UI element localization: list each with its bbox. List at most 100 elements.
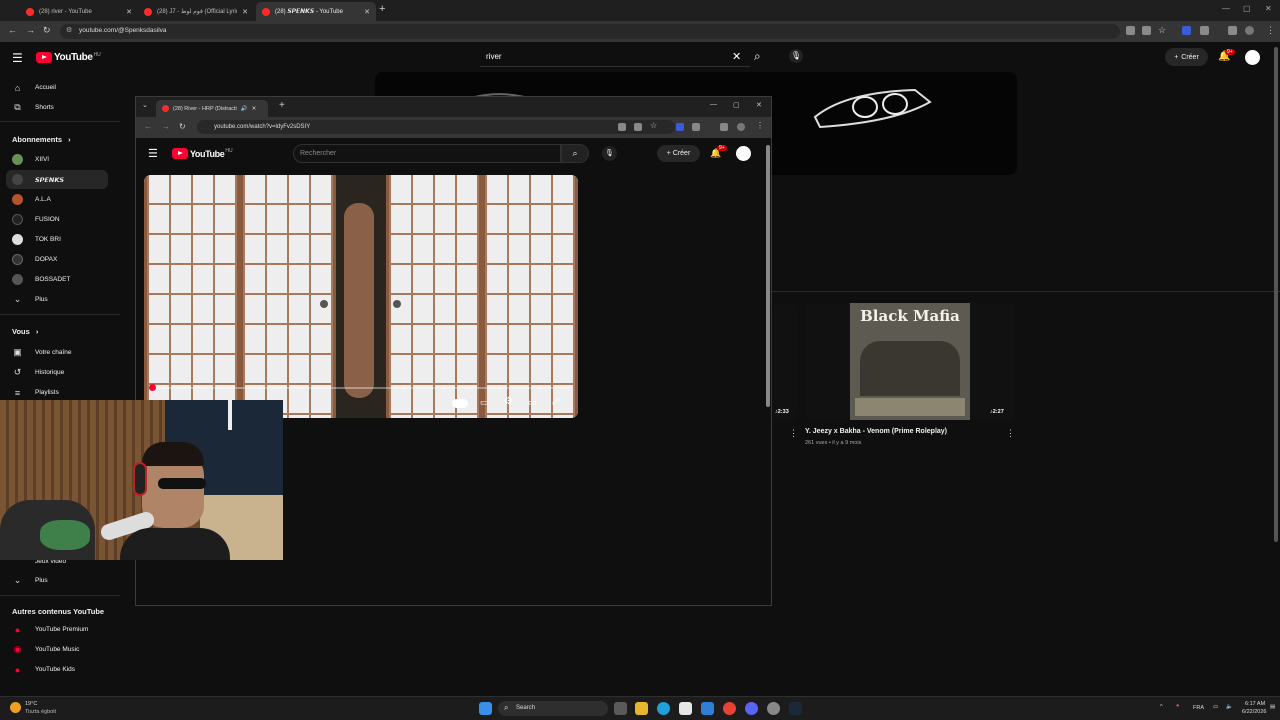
cast-icon[interactable]	[1142, 26, 1151, 35]
maximize-icon[interactable]: ▢	[1243, 4, 1251, 13]
reload-icon[interactable]: ↻	[43, 25, 51, 36]
media-controls-icon[interactable]	[720, 123, 728, 131]
popup-tab[interactable]: (28) River - HRP (Distracti 🔊 ✕	[156, 100, 268, 117]
weather-icon[interactable]	[10, 702, 21, 713]
sidebar-sub-xiivi[interactable]: XIIVI	[0, 150, 108, 169]
youtube-logo[interactable]: YouTube HU	[36, 52, 101, 63]
sidebar-item-youtube-premium[interactable]: ● YouTube Premium	[0, 620, 108, 639]
back-icon[interactable]: ←	[144, 122, 152, 131]
minimize-icon[interactable]: —	[710, 101, 717, 108]
forward-icon[interactable]: →	[26, 25, 35, 35]
voice-search-icon[interactable]: 🎙	[602, 146, 617, 161]
settings-gear-icon[interactable]: ⚙	[504, 396, 513, 407]
tab-search-icon[interactable]: ⌄	[142, 101, 148, 109]
site-info-icon[interactable]: ⚙	[66, 26, 72, 34]
sidebar-sub-spenks[interactable]: 𝙎𝙋𝙀𝙉𝙆𝙎	[6, 170, 108, 189]
create-button[interactable]: + Créer	[657, 145, 700, 162]
search-button[interactable]: ⌕	[561, 144, 589, 163]
reload-icon[interactable]: ↻	[179, 122, 186, 131]
youtube-logo[interactable]: YouTube HU	[172, 148, 233, 159]
hamburger-menu-icon[interactable]: ☰	[148, 147, 158, 160]
weather-temp[interactable]: 19°C	[25, 701, 37, 707]
subtitles-icon[interactable]: ▭	[480, 397, 489, 408]
search-input[interactable]: river	[486, 52, 502, 61]
network-icon[interactable]: ▭	[1213, 704, 1218, 710]
sidebar-sub-ala[interactable]: A.L.A	[0, 190, 108, 209]
search-input[interactable]: Rechercher	[293, 144, 561, 163]
progress-scrubber[interactable]	[149, 384, 156, 391]
sidebar-sub-tokbri[interactable]: TOK BRI	[0, 230, 108, 249]
forward-icon[interactable]: →	[162, 122, 170, 131]
store-icon[interactable]	[679, 702, 692, 715]
close-window-icon[interactable]: ✕	[1265, 4, 1272, 13]
voice-search-icon[interactable]: 🎙	[789, 49, 803, 63]
discord-icon[interactable]	[745, 702, 758, 715]
tray-overflow-icon[interactable]: ^	[1160, 704, 1163, 710]
media-controls-icon[interactable]	[1228, 26, 1237, 35]
notification-center-icon[interactable]: ▤	[1270, 704, 1275, 710]
video-thumbnail[interactable]: Black Mafia	[805, 303, 1015, 420]
video-progress-bar[interactable]	[150, 387, 572, 389]
popup-scrollbar[interactable]	[766, 145, 770, 407]
new-tab-button[interactable]: +	[379, 3, 385, 15]
sidebar-sub-dopax[interactable]: DOPAX	[0, 250, 108, 269]
weather-desc[interactable]: Tiszta égbolt	[25, 709, 56, 715]
video-menu-icon[interactable]: ⋮	[789, 428, 798, 439]
clear-search-icon[interactable]: ✕	[732, 50, 741, 63]
file-explorer-icon[interactable]	[635, 702, 648, 715]
translate-icon[interactable]	[618, 123, 626, 131]
language-indicator[interactable]: FRA	[1193, 705, 1204, 711]
search-box[interactable]	[480, 47, 750, 67]
translate-icon[interactable]	[1126, 26, 1135, 35]
search-icon[interactable]: ⌕	[754, 49, 761, 64]
clock-date[interactable]: 6/22/2026	[1242, 709, 1266, 715]
close-tab-icon[interactable]: ✕	[364, 8, 370, 16]
sidebar-item-history[interactable]: ↺ Historique	[0, 363, 108, 382]
video-title[interactable]: Y. Jeezy x Bakha - Venom (Prime Roleplay…	[805, 428, 947, 435]
close-window-icon[interactable]: ✕	[756, 101, 762, 109]
obs-icon[interactable]	[767, 702, 780, 715]
browser-tab-river[interactable]: (28) river - YouTube ✕	[20, 2, 138, 21]
video-menu-icon[interactable]: ⋮	[1006, 428, 1015, 439]
create-button[interactable]: + Créer	[1165, 48, 1208, 66]
clock-time[interactable]: 6:17 AM	[1245, 701, 1265, 707]
popup-url-text[interactable]: youtube.com/watch?v=ldyFv2sDSIY	[214, 124, 310, 130]
extension-icon[interactable]	[676, 123, 684, 131]
you-heading[interactable]: Vous ›	[12, 327, 38, 336]
task-view-icon[interactable]	[614, 702, 627, 715]
maximize-icon[interactable]: ▢	[733, 101, 740, 109]
browser-menu-icon[interactable]: ⋮	[1266, 25, 1275, 36]
profile-avatar[interactable]	[1245, 26, 1254, 35]
subscriptions-heading[interactable]: Abonnements ›	[12, 135, 71, 144]
sidebar-item-your-channel[interactable]: ▣ Votre chaîne	[0, 343, 108, 362]
app-icon[interactable]	[701, 702, 714, 715]
edge-icon[interactable]	[657, 702, 670, 715]
sidebar-item-home[interactable]: ⌂ Accueil	[0, 78, 108, 97]
cast-icon[interactable]	[634, 123, 642, 131]
taskbar-search[interactable]: ⌕ Search	[498, 701, 608, 716]
sidebar-item-youtube-kids[interactable]: ● YouTube Kids	[0, 660, 108, 679]
close-tab-icon[interactable]: ✕	[252, 106, 257, 112]
audio-playing-icon[interactable]: 🔊	[241, 106, 248, 112]
sidebar-explore-more[interactable]: ⌄ Plus	[0, 571, 108, 590]
extensions-puzzle-icon[interactable]	[692, 123, 700, 131]
profile-avatar[interactable]	[737, 123, 745, 131]
browser-tab-spenks[interactable]: (28) 𝙎𝙋𝙀𝙉𝙆𝙎 - YouTube ✕	[256, 2, 376, 21]
back-icon[interactable]: ←	[8, 25, 17, 35]
theater-mode-icon[interactable]: ▭	[528, 397, 537, 408]
volume-icon[interactable]: 🔈	[1226, 704, 1233, 710]
new-tab-button[interactable]: +	[279, 100, 285, 111]
sidebar-item-youtube-music[interactable]: ◉ YouTube Music	[0, 640, 108, 659]
steam-icon[interactable]	[789, 702, 802, 715]
url-text[interactable]: youtube.com/@Spenksdasilva	[79, 27, 167, 34]
account-avatar[interactable]	[1245, 50, 1260, 65]
fullscreen-icon[interactable]: ⤢	[552, 396, 559, 407]
chrome-icon[interactable]	[723, 702, 736, 715]
close-tab-icon[interactable]: ✕	[242, 8, 248, 16]
video-thumbnail[interactable]	[773, 303, 797, 420]
minimize-icon[interactable]: —	[1222, 4, 1230, 13]
sidebar-subs-more[interactable]: ⌄ Plus	[0, 290, 108, 309]
browser-tab-lyric[interactable]: (28) J7 - قوم لوط (Official Lyric ✕	[138, 2, 254, 21]
microphone-tray-icon[interactable]: ●	[1176, 703, 1179, 709]
page-scrollbar[interactable]	[1274, 47, 1278, 542]
